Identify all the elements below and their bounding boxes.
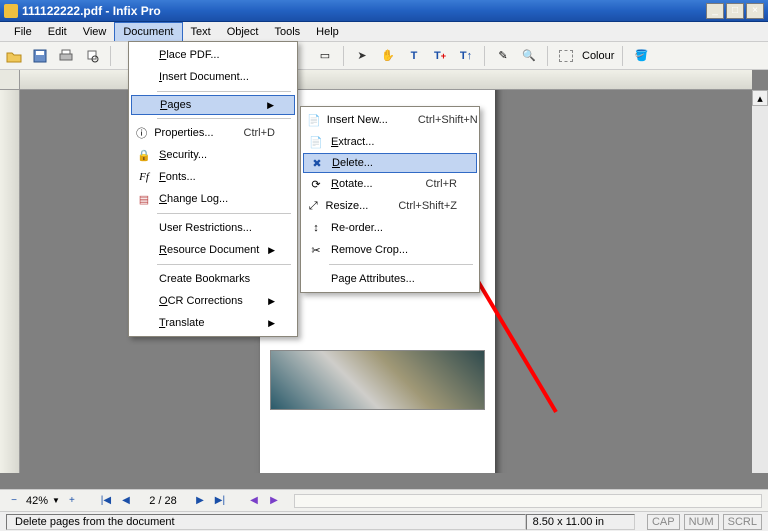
zoom-out-button[interactable]: −: [6, 493, 22, 509]
menu-separator: [157, 213, 291, 214]
submenu-remove-crop[interactable]: ✂Remove Crop...: [303, 239, 477, 261]
rotate-icon: ⟳: [307, 176, 325, 192]
status-num: NUM: [684, 514, 719, 530]
page-new-icon: 📄: [307, 112, 321, 128]
submenu-reorder[interactable]: ↕Re-order...: [303, 217, 477, 239]
submenu-page-attributes[interactable]: Page Attributes...: [303, 268, 477, 290]
colour-swatch[interactable]: [556, 46, 576, 66]
menu-separator: [157, 264, 291, 265]
ruler-vertical: [0, 90, 20, 473]
scrollbar-vertical[interactable]: ▴: [752, 90, 768, 473]
menu-object[interactable]: Object: [219, 22, 267, 41]
menu-help[interactable]: Help: [308, 22, 347, 41]
menu-ocr-corrections[interactable]: OCR Corrections▶: [131, 290, 295, 312]
lock-icon: 🔒: [135, 147, 153, 163]
info-icon: ⓘ: [135, 125, 148, 141]
app-icon: [4, 4, 18, 18]
ruler-corner: [0, 70, 20, 90]
font-icon: Ff: [135, 169, 153, 185]
close-button[interactable]: ×: [746, 3, 764, 19]
menu-view[interactable]: View: [75, 22, 115, 41]
submenu-rotate[interactable]: ⟳Rotate...Ctrl+R: [303, 173, 477, 195]
toolbar-main: ▭ ➤ ✋ T T+ T↑ ✎ 🔍 Colour 🪣: [0, 42, 768, 70]
text-tool-icon[interactable]: T: [404, 46, 424, 66]
zoom-in-button[interactable]: +: [64, 493, 80, 509]
menu-separator: [157, 118, 291, 119]
colour-label: Colour: [582, 50, 614, 62]
menu-place-pdf[interactable]: Place PDF...: [131, 44, 295, 66]
page-icon[interactable]: ▭: [315, 46, 335, 66]
resize-icon: ⤢: [307, 198, 320, 214]
minimize-button[interactable]: _: [706, 3, 724, 19]
menu-text[interactable]: Text: [183, 22, 219, 41]
document-menu[interactable]: Place PDF... Insert Document... Pages▶ ⓘ…: [128, 41, 298, 337]
menu-insert-document[interactable]: Insert Document...: [131, 66, 295, 88]
page-extract-icon: 📄: [307, 134, 325, 150]
submenu-insert-new[interactable]: 📄Insert New...Ctrl+Shift+N: [303, 109, 477, 131]
log-icon: ▤: [135, 191, 153, 207]
submenu-extract[interactable]: 📄Extract...: [303, 131, 477, 153]
page-delete-icon: ✖: [308, 155, 326, 171]
history-back-button[interactable]: ◀: [246, 493, 262, 509]
eyedropper-icon[interactable]: ✎: [493, 46, 513, 66]
textarrow-tool-icon[interactable]: T↑: [456, 46, 476, 66]
page-indicator[interactable]: 2 / 28: [138, 495, 188, 507]
submenu-resize[interactable]: ⤢Resize...Ctrl+Shift+Z: [303, 195, 477, 217]
menu-tools[interactable]: Tools: [266, 22, 308, 41]
menu-document[interactable]: Document: [114, 22, 182, 41]
menu-properties[interactable]: ⓘProperties...Ctrl+D: [131, 122, 295, 144]
menubar: File Edit View Document Text Object Tool…: [0, 22, 768, 42]
scrollbar-horizontal[interactable]: [294, 494, 762, 508]
open-icon[interactable]: [4, 46, 24, 66]
textplus-tool-icon[interactable]: T+: [430, 46, 450, 66]
crop-icon: ✂: [307, 242, 325, 258]
find-icon[interactable]: [82, 46, 102, 66]
last-page-button[interactable]: ▶|: [212, 493, 228, 509]
menu-user-restrictions[interactable]: User Restrictions...: [131, 217, 295, 239]
menu-translate[interactable]: Translate▶: [131, 312, 295, 334]
history-fwd-button[interactable]: ▶: [266, 493, 282, 509]
menu-pages[interactable]: Pages▶: [131, 95, 295, 115]
menu-separator: [157, 91, 291, 92]
print-icon[interactable]: [56, 46, 76, 66]
status-caps: CAP: [647, 514, 680, 530]
menu-resource-document[interactable]: Resource Document▶: [131, 239, 295, 261]
scroll-up-button[interactable]: ▴: [752, 90, 768, 106]
titlebar: 111122222.pdf - Infix Pro _ □ ×: [0, 0, 768, 22]
statusbar: Delete pages from the document 8.50 x 11…: [0, 511, 768, 531]
status-scrl: SCRL: [723, 514, 762, 530]
navbar: − 42% ▼ + |◀ ◀ 2 / 28 ▶ ▶| ◀ ▶: [0, 489, 768, 511]
window-title: 111122222.pdf - Infix Pro: [22, 4, 706, 18]
next-page-button[interactable]: ▶: [192, 493, 208, 509]
menu-separator: [329, 264, 473, 265]
menu-file[interactable]: File: [6, 22, 40, 41]
prev-page-button[interactable]: ◀: [118, 493, 134, 509]
menu-edit[interactable]: Edit: [40, 22, 75, 41]
menu-change-log[interactable]: ▤Change Log...: [131, 188, 295, 210]
page-image: [270, 350, 485, 410]
zoom-value: 42%: [26, 495, 48, 507]
menu-fonts[interactable]: FfFonts...: [131, 166, 295, 188]
zoom-icon[interactable]: 🔍: [519, 46, 539, 66]
status-dimensions: 8.50 x 11.00 in: [526, 514, 635, 530]
maximize-button[interactable]: □: [726, 3, 744, 19]
first-page-button[interactable]: |◀: [98, 493, 114, 509]
reorder-icon: ↕: [307, 220, 325, 236]
pages-submenu[interactable]: 📄Insert New...Ctrl+Shift+N 📄Extract... ✖…: [300, 106, 480, 293]
submenu-delete[interactable]: ✖Delete...: [303, 153, 477, 173]
menu-create-bookmarks[interactable]: Create Bookmarks: [131, 268, 295, 290]
menu-security[interactable]: 🔒Security...: [131, 144, 295, 166]
status-hint: Delete pages from the document: [6, 514, 526, 530]
hand-tool-icon[interactable]: ✋: [378, 46, 398, 66]
save-icon[interactable]: [30, 46, 50, 66]
arrow-tool-icon[interactable]: ➤: [352, 46, 372, 66]
fill-icon[interactable]: 🪣: [631, 46, 651, 66]
